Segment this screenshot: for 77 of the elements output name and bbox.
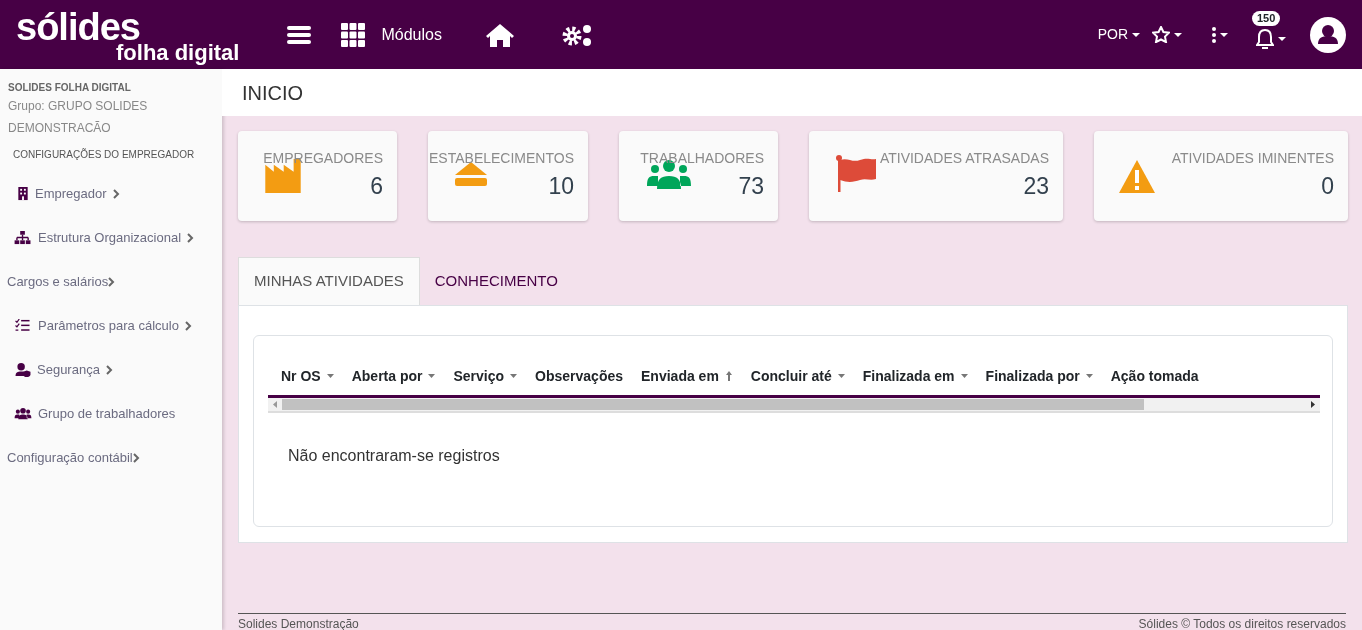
- home-icon: [485, 22, 514, 47]
- chevron-right-icon: [112, 189, 121, 199]
- favorites-button[interactable]: [1152, 26, 1182, 43]
- column-header[interactable]: Concluir até: [750, 365, 845, 387]
- settings-button[interactable]: [561, 22, 592, 47]
- company-name: SOLIDES FOLHA DIGITAL: [7, 81, 132, 95]
- chevron-right-icon: [184, 321, 193, 331]
- sidebar-item[interactable]: Empregador: [3, 172, 222, 216]
- column-header[interactable]: Serviço: [453, 365, 518, 387]
- sidebar-item[interactable]: Estrutura Organizacional: [0, 216, 222, 260]
- logo-text: sólides: [16, 9, 140, 44]
- column-header[interactable]: Finalizada por: [985, 365, 1093, 387]
- language-dropdown[interactable]: POR: [1097, 24, 1140, 45]
- sidebar-item[interactable]: Grupo de trabalhadores: [0, 392, 222, 436]
- users-icon: [14, 407, 32, 421]
- building-icon: [17, 187, 29, 201]
- gears-icon: [561, 22, 592, 47]
- vertical-dots-icon: [1212, 26, 1216, 43]
- footer-text: Solides Demonstração: [238, 615, 359, 630]
- stat-value: 23: [1023, 172, 1049, 201]
- star-icon: [1152, 26, 1170, 43]
- empty-message: Não encontraram-se registros: [288, 445, 500, 466]
- notification-badge: 150: [1252, 10, 1281, 26]
- more-button[interactable]: [1212, 26, 1228, 43]
- chevron-right-icon: [187, 233, 196, 243]
- avatar-icon: [1310, 16, 1346, 53]
- caret-icon: [1085, 374, 1093, 378]
- scroll-right-icon[interactable]: [1311, 400, 1315, 408]
- caret-icon: [510, 374, 518, 378]
- stat-label: TRABALHADORES: [640, 149, 764, 168]
- chevron-right-icon: [105, 365, 114, 375]
- column-header[interactable]: Enviada em: [641, 365, 733, 387]
- modules-button[interactable]: Módulos: [341, 22, 442, 47]
- chevron-right-icon: [108, 277, 117, 287]
- home-button[interactable]: [485, 22, 514, 47]
- sidebar-item[interactable]: Cargos e salários: [0, 260, 222, 304]
- stat-value: 6: [370, 172, 383, 201]
- stat-label: ATIVIDADES ATRASADAS: [879, 149, 1049, 168]
- profile-button[interactable]: [1310, 16, 1346, 53]
- caret-icon: [1278, 36, 1286, 41]
- sort-ascending-icon: [724, 371, 733, 381]
- stat-label: ESTABELECIMENTOS: [429, 149, 574, 168]
- caret-icon: [837, 374, 845, 378]
- menu-icon: [287, 25, 312, 44]
- caret-icon: [1132, 32, 1140, 37]
- sidebar-item[interactable]: Configuração contábil: [0, 436, 222, 480]
- page-title: INICIO: [242, 80, 304, 106]
- stat-label: EMPREGADORES: [263, 149, 383, 168]
- caret-icon: [1220, 32, 1228, 37]
- stat-label: ATIVIDADES IMINENTES: [1171, 149, 1334, 168]
- column-header[interactable]: Finalizada em: [862, 365, 968, 387]
- chevron-right-icon: [132, 453, 141, 463]
- group-name: Grupo: GRUPO SOLIDES DEMONSTRACÃO: [7, 98, 149, 137]
- stat-value: 10: [548, 172, 574, 201]
- column-header[interactable]: Observações: [535, 365, 624, 387]
- tab[interactable]: CONHECIMENTO: [419, 257, 573, 305]
- column-header[interactable]: Ação tomada: [1110, 365, 1199, 387]
- sidebar-item[interactable]: Parâmetros para cálculo: [0, 304, 222, 348]
- stat-value: 73: [738, 172, 764, 201]
- hierarchy-icon: [14, 231, 32, 245]
- section-heading: CONFIGURAÇÕES DO EMPREGADOR: [12, 147, 196, 162]
- grid-icon: [341, 22, 366, 47]
- checklist-icon: [14, 319, 32, 333]
- logo-subtitle: folha digital: [116, 41, 240, 64]
- caret-icon: [326, 374, 334, 378]
- caret-icon: [1174, 32, 1182, 37]
- stat-value: 0: [1321, 172, 1334, 201]
- copyright-text: Sólides © Todos os direitos reservados: [1138, 615, 1346, 630]
- column-header[interactable]: Nr OS: [281, 365, 334, 387]
- sidebar-item[interactable]: Segurança: [1, 348, 222, 392]
- user-shield-icon: [15, 363, 31, 377]
- caret-icon: [960, 374, 968, 378]
- menu-button[interactable]: [287, 25, 312, 44]
- caret-icon: [428, 374, 436, 378]
- tab[interactable]: MINHAS ATIVIDADES: [238, 257, 420, 305]
- column-header[interactable]: Aberta por: [351, 365, 436, 387]
- bell-icon: [1256, 28, 1274, 49]
